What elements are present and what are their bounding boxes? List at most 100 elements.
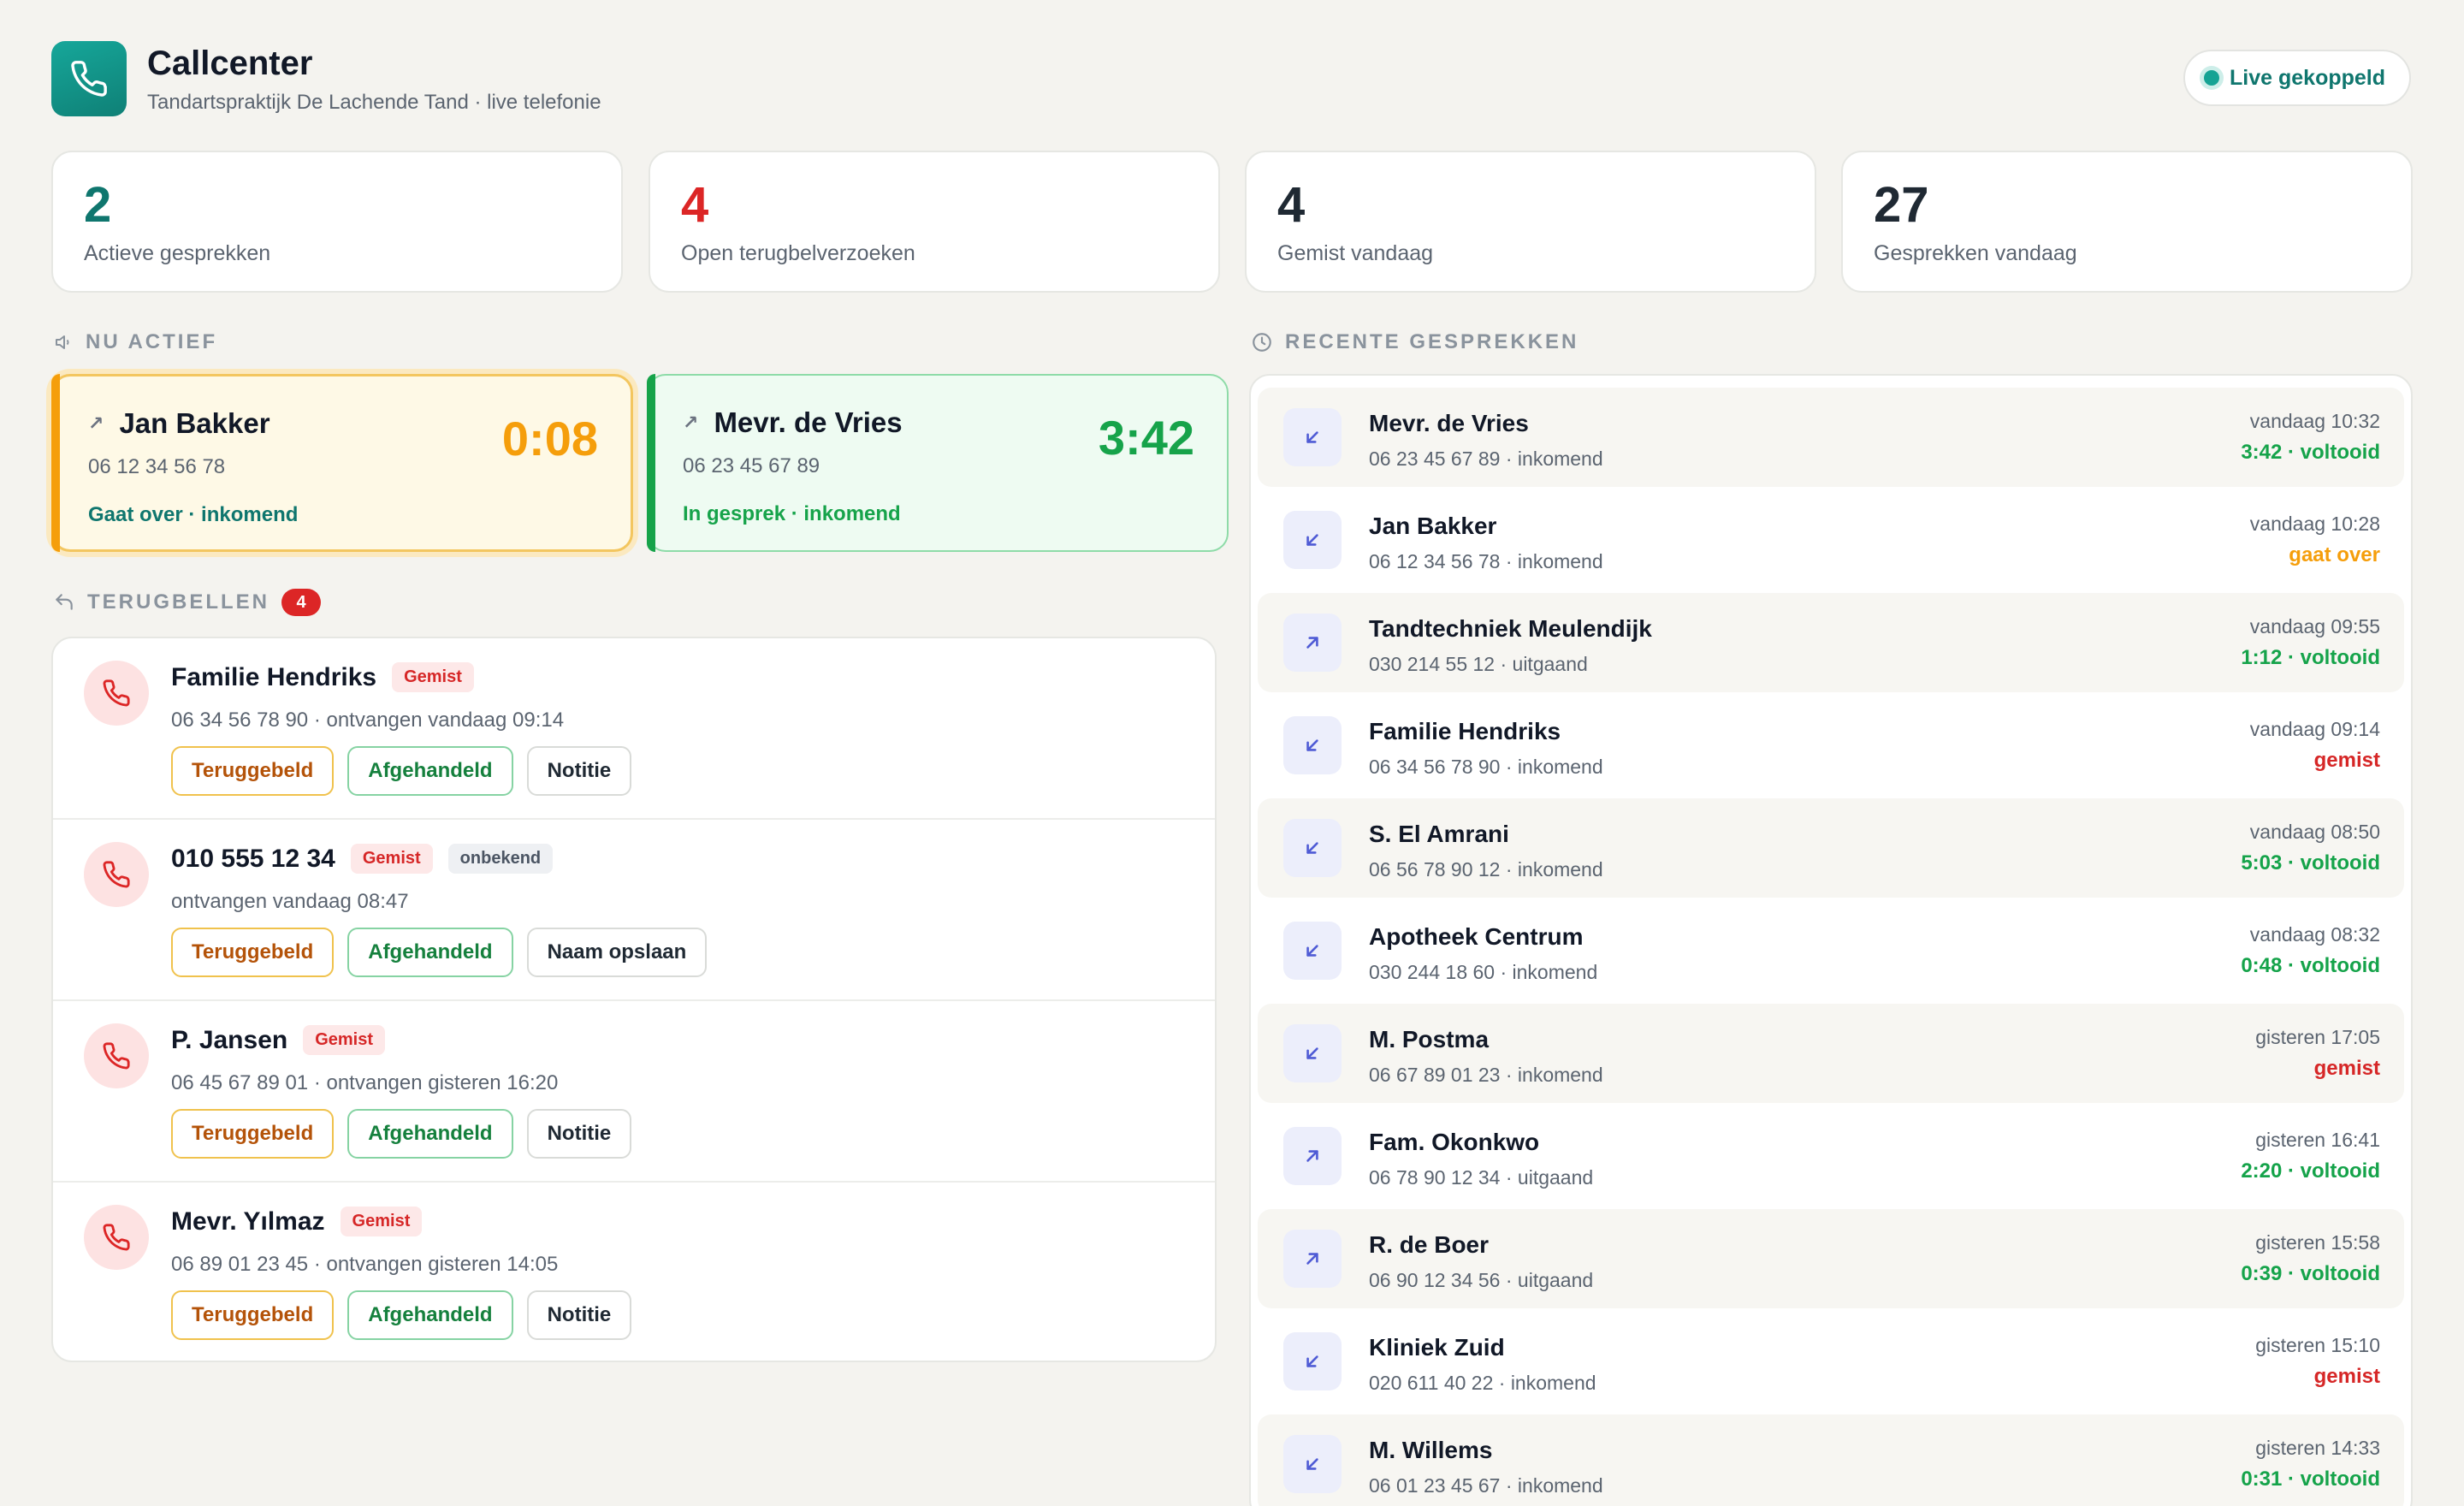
callback-meta: 06 89 01 23 45 · ontvangen gisteren 14:0…	[171, 1253, 559, 1276]
recent-call-row[interactable]: Fam. Okonkwo 06 78 90 12 34 · uitgaand gis…	[1258, 1106, 2404, 1206]
callback-actions: Teruggebeld Afgehandeld Notitie	[171, 1109, 632, 1159]
stat-label: Open terugbelverzoeken	[681, 241, 915, 265]
recent-call-row[interactable]: Jan Bakker 06 12 34 56 78 · inkomend vanda…	[1258, 490, 2404, 590]
recent-call-name: Jan Bakker	[1369, 513, 1497, 539]
recent-call-status: 0:31 · voltooid	[2241, 1467, 2380, 1491]
recent-call-status: gemist	[2313, 1365, 2380, 1388]
recent-call-meta: 06 12 34 56 78 · inkomend	[1369, 550, 1603, 572]
recent-call-time: vandaag 09:55	[2249, 615, 2380, 637]
recent-call-name: Mevr. de Vries	[1369, 410, 1529, 436]
recent-call-time: vandaag 08:32	[2249, 923, 2380, 946]
recent-call-status: 3:42 · voltooid	[2241, 441, 2380, 464]
callback-title: P. Jansen Gemist	[171, 1025, 386, 1055]
recent-call-time: vandaag 10:28	[2249, 513, 2380, 535]
recent-call-status: 0:39 · voltooid	[2241, 1262, 2380, 1285]
handled-button[interactable]: Afgehandeld	[347, 746, 513, 796]
recent-call-meta: 030 244 18 60 · inkomend	[1369, 961, 1598, 983]
active-call-card[interactable]: ↗ Mevr. de Vries 06 23 45 67 89 In gespr…	[647, 374, 1229, 552]
missed-tag: Gemist	[392, 662, 474, 692]
recent-call-row[interactable]: R. de Boer 06 90 12 34 56 · uitgaand giste…	[1258, 1209, 2404, 1308]
recent-call-status: 2:20 · voltooid	[2241, 1159, 2380, 1183]
handled-button[interactable]: Afgehandeld	[347, 928, 513, 977]
outgoing-arrow-icon	[1283, 1230, 1342, 1288]
callback-row: P. Jansen Gemist 06 45 67 89 01 · ontvan…	[53, 1001, 1215, 1183]
recent-call-name: R. de Boer	[1369, 1231, 1490, 1258]
recent-call-row[interactable]: S. El Amrani 06 56 78 90 12 · inkomend van…	[1258, 798, 2404, 898]
callback-title: Familie Hendriks Gemist	[171, 662, 474, 692]
phone-icon	[71, 61, 107, 97]
called-back-button[interactable]: Teruggebeld	[171, 1109, 335, 1159]
incoming-arrow-icon	[1283, 1332, 1342, 1390]
recent-call-status: gemist	[2313, 1057, 2380, 1080]
active-call-timer: 3:42	[1098, 411, 1194, 465]
save-name-button[interactable]: Naam opslaan	[526, 928, 708, 977]
note-button[interactable]: Notitie	[526, 746, 632, 796]
arrow-up-right-icon: ↗	[683, 412, 699, 433]
recent-call-row[interactable]: Kliniek Zuid 020 611 40 22 · inkomend gist…	[1258, 1312, 2404, 1411]
section-active-heading: NU ACTIEF	[53, 330, 217, 354]
section-recent-title: RECENTE GESPREKKEN	[1285, 330, 1579, 353]
incoming-arrow-icon	[1283, 408, 1342, 466]
recent-call-status: 1:12 · voltooid	[2241, 646, 2380, 669]
recent-call-meta: 06 34 56 78 90 · inkomend	[1369, 756, 1603, 778]
recent-call-time: gisteren 16:41	[2255, 1129, 2380, 1151]
callback-row: Mevr. Yılmaz Gemist 06 89 01 23 45 · ont…	[53, 1183, 1215, 1361]
callback-name: P. Jansen	[171, 1025, 288, 1054]
recent-call-time: vandaag 09:14	[2249, 718, 2380, 740]
incoming-arrow-icon	[1283, 1024, 1342, 1082]
note-button[interactable]: Notitie	[526, 1109, 632, 1159]
section-callbacks-heading: TERUGBELLEN 4	[53, 589, 321, 616]
return-arrow-icon	[56, 594, 73, 610]
handled-button[interactable]: Afgehandeld	[347, 1290, 513, 1340]
recent-call-meta: 06 67 89 01 23 · inkomend	[1369, 1064, 1603, 1086]
recent-call-row[interactable]: Apotheek Centrum 030 244 18 60 · inkomend…	[1258, 901, 2404, 1000]
recent-call-row[interactable]: Tandtechniek Meulendijk 030 214 55 12 · u…	[1258, 593, 2404, 692]
incoming-arrow-icon	[1283, 716, 1342, 774]
recent-call-time: vandaag 08:50	[2249, 821, 2380, 843]
recent-call-time: vandaag 10:32	[2249, 410, 2380, 432]
active-call-card[interactable]: ↗ Jan Bakker 06 12 34 56 78 Gaat over · …	[51, 374, 633, 552]
stat-value: 27	[1874, 177, 1929, 233]
arrow-up-right-icon: ↗	[88, 412, 104, 434]
active-call-status: Gaat over · inkomend	[88, 503, 299, 526]
callback-actions: Teruggebeld Afgehandeld Naam opslaan	[171, 928, 708, 977]
recent-call-name: Fam. Okonkwo	[1369, 1129, 1540, 1155]
recent-call-meta: 06 23 45 67 89 · inkomend	[1369, 448, 1603, 470]
recent-call-row[interactable]: Familie Hendriks 06 34 56 78 90 · inkomen…	[1258, 696, 2404, 795]
missed-call-icon	[84, 1205, 149, 1270]
active-call-name: Jan Bakker	[119, 407, 270, 439]
incoming-arrow-icon	[1283, 819, 1342, 877]
note-button[interactable]: Notitie	[526, 1290, 632, 1340]
app-title: Callcenter	[147, 44, 313, 82]
callback-name: Familie Hendriks	[171, 662, 377, 691]
recent-call-name: M. Postma	[1369, 1026, 1490, 1052]
callback-actions: Teruggebeld Afgehandeld Notitie	[171, 746, 632, 796]
recent-call-meta: 030 214 55 12 · uitgaand	[1369, 653, 1588, 675]
callback-list: Familie Hendriks Gemist 06 34 56 78 90 ·…	[51, 637, 1217, 1362]
recent-call-name: Apotheek Centrum	[1369, 923, 1584, 950]
called-back-button[interactable]: Teruggebeld	[171, 746, 335, 796]
active-call-status: In gesprek · inkomend	[683, 502, 901, 525]
callback-name: Mevr. Yılmaz	[171, 1207, 325, 1236]
stat-value: 4	[681, 177, 709, 233]
recent-call-meta: 06 01 23 45 67 · inkomend	[1369, 1474, 1603, 1497]
recent-call-row[interactable]: M. Willems 06 01 23 45 67 · inkomend giste…	[1258, 1414, 2404, 1506]
recent-call-name: S. El Amrani	[1369, 821, 1509, 847]
callback-title: 010 555 12 34 Gemist onbekend	[171, 844, 554, 874]
called-back-button[interactable]: Teruggebeld	[171, 1290, 335, 1340]
live-dot-icon	[2204, 70, 2220, 86]
missed-call-icon	[84, 842, 149, 907]
recent-call-row[interactable]: Mevr. de Vries 06 23 45 67 89 · inkomend v…	[1258, 388, 2404, 487]
live-status-badge[interactable]: Live gekoppeld	[2183, 50, 2411, 106]
missed-call-icon	[84, 661, 149, 726]
callback-count-badge: 4	[281, 589, 321, 616]
recent-call-time: gisteren 15:10	[2255, 1334, 2380, 1356]
unknown-tag: onbekend	[447, 844, 554, 874]
outgoing-arrow-icon	[1283, 1127, 1342, 1185]
active-call-timer: 0:08	[501, 412, 598, 465]
recent-call-row[interactable]: M. Postma 06 67 89 01 23 · inkomend gister…	[1258, 1004, 2404, 1103]
callback-meta: 06 45 67 89 01 · ontvangen gisteren 16:2…	[171, 1071, 559, 1094]
handled-button[interactable]: Afgehandeld	[347, 1109, 513, 1159]
called-back-button[interactable]: Teruggebeld	[171, 928, 335, 977]
active-call-name: Mevr. de Vries	[714, 406, 903, 438]
